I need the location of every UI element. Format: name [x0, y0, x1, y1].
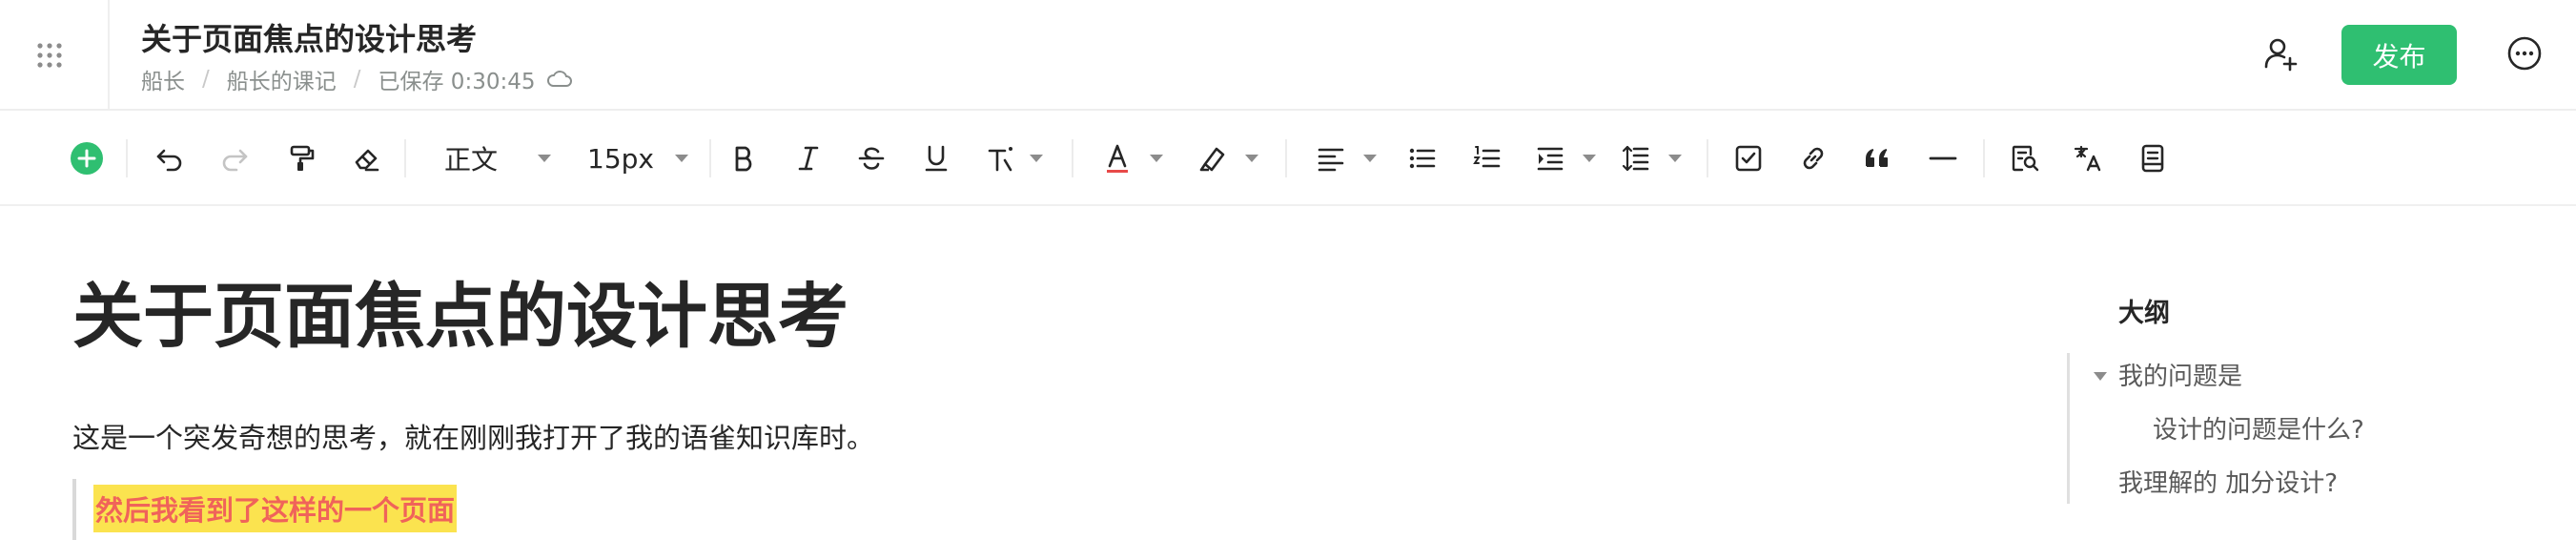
- outline-indicator-bar: [2067, 353, 2070, 504]
- chevron-down-icon: [1583, 155, 1596, 162]
- translate-icon[interactable]: [2071, 139, 2105, 177]
- toolbar-divider: [404, 139, 406, 177]
- chevron-down-icon: [538, 155, 551, 162]
- toolbar-divider: [1072, 139, 1073, 177]
- header-divider: [108, 0, 110, 109]
- quote-icon[interactable]: [1861, 139, 1895, 177]
- text-effect-icon: [988, 147, 1012, 172]
- link-icon[interactable]: [1796, 139, 1830, 177]
- breadcrumb-knowledge-base[interactable]: 船长的课记: [227, 63, 337, 95]
- paragraph-style-value: 正文: [444, 144, 499, 176]
- outline-item[interactable]: 我的问题是: [2118, 357, 2242, 392]
- font-size-select[interactable]: 15px: [587, 139, 688, 177]
- toolbar-divider: [709, 139, 711, 177]
- save-status: 已保存 0:30:45: [378, 70, 536, 94]
- font-size-value: 15px: [587, 142, 654, 175]
- font-color-icon: [1107, 144, 1128, 173]
- outline-item[interactable]: 设计的问题是什么?: [2153, 410, 2364, 446]
- chevron-down-icon: [1363, 155, 1377, 162]
- chevron-down-icon: [1668, 155, 1682, 162]
- toolbar-divider: [1285, 139, 1287, 177]
- top-header: 关于页面焦点的设计思考 船长 / 船长的课记 / 已保存 0:30:45 发布: [0, 0, 2576, 111]
- chevron-down-icon: [1150, 155, 1163, 162]
- align-left-icon: [1318, 148, 1344, 172]
- breadcrumb-separator: /: [202, 67, 210, 92]
- highlighter-icon: [1199, 147, 1225, 172]
- cloud-icon: [546, 70, 573, 89]
- insert-add-icon[interactable]: [69, 139, 105, 177]
- italic-icon[interactable]: [791, 139, 826, 177]
- paragraph-style-select[interactable]: 正文: [444, 139, 551, 177]
- toolbar-divider: [126, 139, 128, 177]
- bullet-list-icon[interactable]: [1405, 139, 1440, 177]
- underline-icon[interactable]: [919, 139, 953, 177]
- line-height-select[interactable]: [1621, 139, 1682, 177]
- more-text-style-select[interactable]: [986, 139, 1043, 177]
- collapse-caret-icon[interactable]: [2094, 372, 2107, 381]
- indent-icon: [1537, 147, 1564, 171]
- outline-title: 大纲: [2118, 299, 2170, 328]
- document-title[interactable]: 关于页面焦点的设计思考: [141, 15, 477, 59]
- indent-select[interactable]: [1535, 139, 1596, 177]
- chevron-down-icon: [675, 155, 688, 162]
- page-title[interactable]: 关于页面焦点的设计思考: [72, 275, 848, 359]
- breadcrumb-user[interactable]: 船长: [141, 63, 185, 95]
- breadcrumb-separator: /: [353, 67, 361, 92]
- line-height-icon: [1622, 145, 1649, 172]
- app-menu-grid-icon[interactable]: [36, 42, 63, 69]
- publish-button[interactable]: 发布: [2341, 25, 2457, 85]
- clear-format-eraser-icon[interactable]: [349, 139, 383, 177]
- editor-toolbar: 正文 15px: [0, 111, 2576, 206]
- bold-icon[interactable]: [726, 139, 761, 177]
- breadcrumb: 船长 / 船长的课记 / 已保存 0:30:45: [141, 63, 573, 95]
- horizontal-rule-icon[interactable]: [1926, 139, 1960, 177]
- highlight-color-select[interactable]: [1197, 139, 1258, 177]
- strikethrough-icon[interactable]: [854, 139, 889, 177]
- ordered-list-icon[interactable]: [1470, 139, 1504, 177]
- align-select[interactable]: [1316, 139, 1377, 177]
- find-replace-icon[interactable]: [2008, 139, 2042, 177]
- undo-icon[interactable]: [153, 139, 187, 177]
- chevron-down-icon: [1030, 155, 1043, 162]
- toolbar-divider: [1707, 139, 1708, 177]
- template-icon[interactable]: [2136, 139, 2170, 177]
- body-paragraph[interactable]: 这是一个突发奇想的思考，就在刚刚我打开了我的语雀知识库时。: [72, 416, 874, 456]
- font-color-select[interactable]: [1102, 139, 1163, 177]
- task-list-icon[interactable]: [1731, 139, 1766, 177]
- toolbar-divider: [1983, 139, 1985, 177]
- add-collaborator-icon[interactable]: [2261, 34, 2300, 73]
- more-options-icon[interactable]: [2505, 34, 2544, 73]
- chevron-down-icon: [1245, 155, 1258, 162]
- blockquote[interactable]: 然后我看到了这样的一个页面: [72, 479, 458, 540]
- redo-icon[interactable]: [217, 139, 252, 177]
- highlighted-text[interactable]: 然后我看到了这样的一个页面: [93, 485, 458, 532]
- outline-item[interactable]: 我理解的 加分设计?: [2118, 464, 2338, 499]
- format-painter-icon[interactable]: [284, 139, 318, 177]
